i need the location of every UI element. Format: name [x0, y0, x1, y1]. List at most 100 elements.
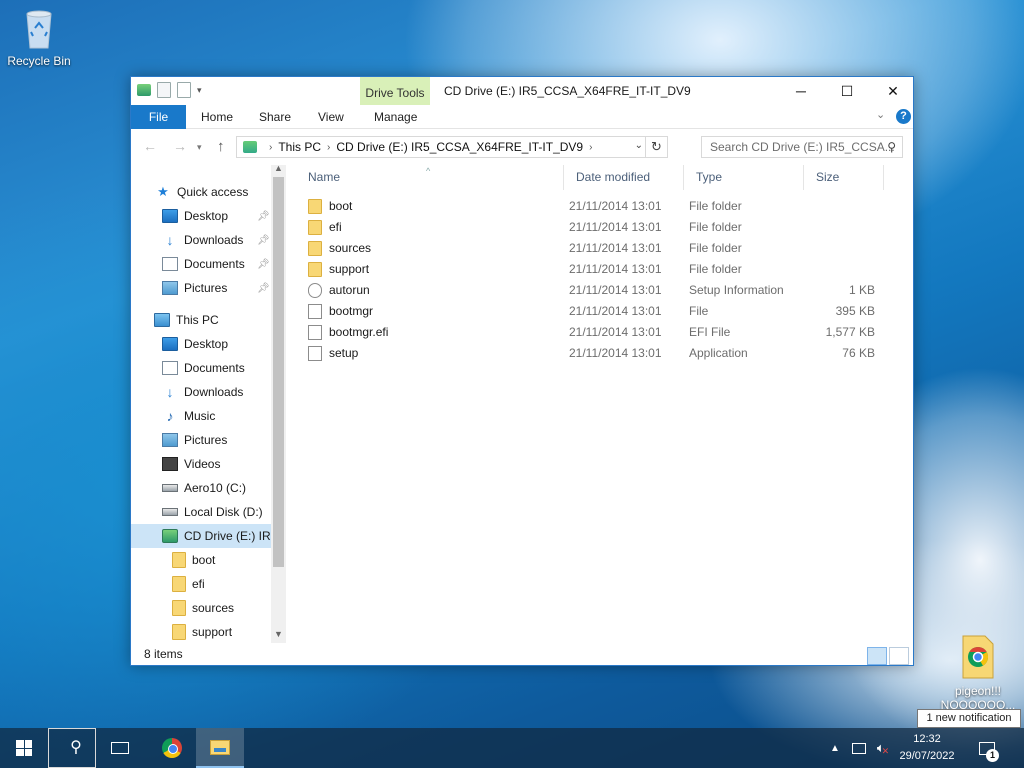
customize-toolbar-icon[interactable]: ▾: [197, 85, 202, 96]
nav-pc-desktop[interactable]: Desktop: [131, 332, 271, 356]
tab-manage[interactable]: Manage: [374, 105, 417, 129]
title-bar[interactable]: ▾ Drive Tools CD Drive (E:) IR5_CCSA_X64…: [131, 77, 913, 105]
nav-qa-downloads[interactable]: ↓ Downloads 📌︎: [131, 228, 271, 252]
folder-icon: [172, 600, 186, 616]
nav-pc-music[interactable]: ♪ Music: [131, 404, 271, 428]
column-header-name[interactable]: Name ^: [296, 165, 564, 190]
chevron-down-icon[interactable]: ⌄: [635, 140, 643, 151]
nav-child-sources[interactable]: sources: [131, 596, 271, 620]
file-row[interactable]: efi 21/11/2014 13:01 File folder: [296, 217, 884, 238]
details-view-icon[interactable]: [867, 647, 887, 665]
recent-locations-icon[interactable]: ▾: [197, 142, 202, 153]
nav-qa-documents[interactable]: Documents 📌︎: [131, 252, 271, 276]
address-bar[interactable]: › This PC › CD Drive (E:) IR5_CCSA_X64FR…: [236, 136, 668, 158]
close-button[interactable]: ✕: [870, 77, 916, 105]
nav-label: Documents: [184, 257, 245, 271]
file-row[interactable]: setup 21/11/2014 13:01 Application 76 KB: [296, 343, 884, 364]
tab-share[interactable]: Share: [259, 105, 291, 129]
file-type: File folder: [689, 241, 742, 255]
up-icon[interactable]: ↑: [217, 138, 225, 155]
nav-child-efi[interactable]: efi: [131, 572, 271, 596]
file-row[interactable]: boot 21/11/2014 13:01 File folder: [296, 196, 884, 217]
nav-label: Downloads: [184, 233, 244, 247]
music-icon: ♪: [166, 408, 174, 424]
search-button[interactable]: ⚲: [48, 728, 96, 768]
folder-icon: [308, 262, 322, 277]
volume-button[interactable]: 🔈︎ ✕: [872, 728, 894, 768]
maximize-button[interactable]: ☐: [824, 77, 870, 105]
nav-qa-pictures[interactable]: Pictures 📌︎: [131, 276, 271, 300]
recycle-bin-desktop-icon[interactable]: Recycle Bin: [4, 6, 74, 68]
clock[interactable]: 12:32 29/07/2022: [896, 731, 958, 765]
large-icons-view-icon[interactable]: [889, 647, 909, 665]
task-view-button[interactable]: [96, 728, 144, 768]
file-date: 21/11/2014 13:01: [569, 325, 662, 339]
scroll-up-icon[interactable]: ▲: [274, 163, 283, 173]
network-button[interactable]: [848, 728, 870, 768]
recycle-bin-icon: [21, 6, 57, 50]
status-bar: 8 items: [131, 643, 913, 665]
documents-icon: [162, 257, 178, 271]
nav-drive-d[interactable]: Local Disk (D:): [131, 500, 271, 524]
column-header-size[interactable]: Size: [804, 165, 884, 190]
nav-qa-desktop[interactable]: Desktop 📌︎: [131, 204, 271, 228]
nav-this-pc[interactable]: This PC: [131, 308, 271, 332]
tab-home[interactable]: Home: [201, 105, 233, 129]
chevron-right-icon[interactable]: ›: [589, 142, 592, 153]
nav-pc-pictures[interactable]: Pictures: [131, 428, 271, 452]
nav-child-boot[interactable]: boot: [131, 548, 271, 572]
file-row[interactable]: bootmgr.efi 21/11/2014 13:01 EFI File 1,577…: [296, 322, 884, 343]
pigeon-desktop-icon[interactable]: pigeon!!! NOOOOOO...: [940, 634, 1016, 712]
expand-ribbon-icon[interactable]: ⌄: [876, 108, 885, 121]
nav-scrollbar[interactable]: ▲ ▼: [271, 163, 286, 643]
back-icon[interactable]: ←: [143, 138, 157, 154]
scroll-down-icon[interactable]: ▼: [274, 629, 283, 639]
navigation-pane: ★ Quick access Desktop 📌︎ ↓ Downloads 📌︎…: [131, 165, 286, 643]
chrome-taskbar-button[interactable]: [148, 728, 196, 768]
file-type: EFI File: [689, 325, 731, 339]
file-explorer-taskbar-button[interactable]: [196, 728, 244, 768]
hard-drive-icon: [162, 484, 178, 492]
tab-view[interactable]: View: [318, 105, 344, 129]
cd-drive-icon: [243, 141, 257, 153]
minimize-button[interactable]: ─: [778, 77, 824, 105]
nav-pc-documents[interactable]: Documents: [131, 356, 271, 380]
nav-child-support[interactable]: support: [131, 620, 271, 643]
column-header-date[interactable]: Date modified: [564, 165, 684, 190]
ribbon-tabs: File Home Share View Manage ⌄ ?: [131, 105, 913, 129]
file-date: 21/11/2014 13:01: [569, 304, 662, 318]
refresh-icon[interactable]: ↻: [645, 137, 667, 157]
action-center-button[interactable]: 1: [970, 728, 1004, 768]
properties-icon[interactable]: [157, 82, 171, 98]
nav-pc-downloads[interactable]: ↓ Downloads: [131, 380, 271, 404]
file-row[interactable]: autorun 21/11/2014 13:01 Setup Information…: [296, 280, 884, 301]
tab-file[interactable]: File: [131, 105, 186, 129]
videos-icon: [162, 457, 178, 471]
breadcrumb-this-pc[interactable]: This PC: [278, 140, 321, 154]
desktop-icon: [162, 337, 178, 351]
show-hidden-icons-button[interactable]: ▲: [826, 728, 844, 768]
file-name: efi: [329, 220, 342, 234]
help-icon[interactable]: ?: [896, 109, 911, 124]
nav-drive-e[interactable]: CD Drive (E:) IR5_: [131, 524, 284, 548]
forward-icon[interactable]: →: [173, 138, 187, 154]
file-type: Setup Information: [689, 283, 784, 297]
scrollbar-thumb[interactable]: [273, 177, 284, 567]
chevron-right-icon[interactable]: ›: [327, 142, 330, 153]
documents-icon: [162, 361, 178, 375]
new-folder-icon[interactable]: [177, 82, 191, 98]
start-button[interactable]: [0, 728, 48, 768]
file-row[interactable]: bootmgr 21/11/2014 13:01 File 395 KB: [296, 301, 884, 322]
file-row[interactable]: support 21/11/2014 13:01 File folder: [296, 259, 884, 280]
file-size: 395 KB: [835, 304, 875, 318]
chevron-right-icon[interactable]: ›: [269, 142, 272, 153]
nav-drive-c[interactable]: Aero10 (C:): [131, 476, 271, 500]
breadcrumb-cd-drive[interactable]: CD Drive (E:) IR5_CCSA_X64FRE_IT-IT_DV9: [336, 140, 583, 154]
file-row[interactable]: sources 21/11/2014 13:01 File folder: [296, 238, 884, 259]
nav-pc-videos[interactable]: Videos: [131, 452, 271, 476]
nav-quick-access[interactable]: ★ Quick access: [131, 180, 271, 204]
search-input[interactable]: Search CD Drive (E:) IR5_CCSA... ⚲: [701, 136, 903, 158]
column-header-type[interactable]: Type: [684, 165, 804, 190]
notification-tooltip: 1 new notification: [917, 709, 1021, 728]
nav-label: Local Disk (D:): [184, 505, 263, 519]
